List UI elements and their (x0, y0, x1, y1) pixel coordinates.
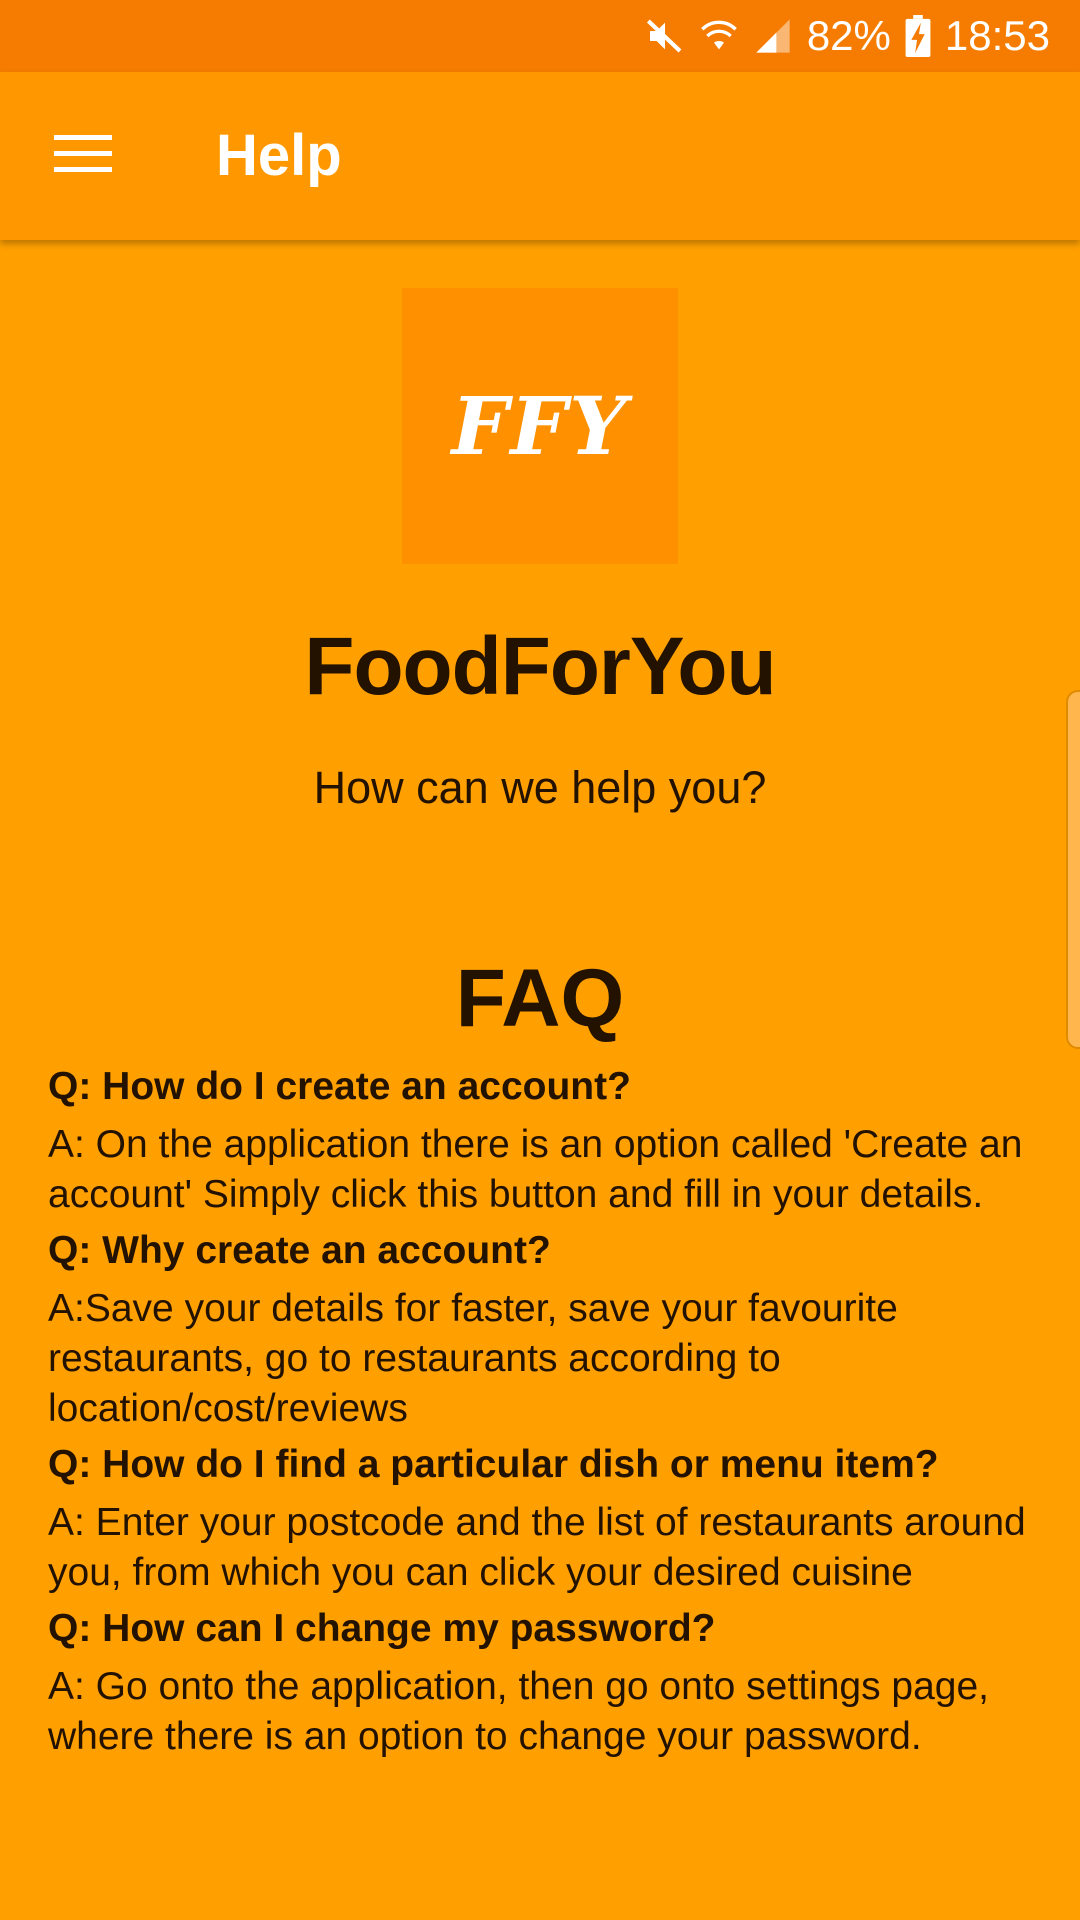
edge-panel-handle[interactable] (1066, 690, 1080, 1049)
faq-item: Q: Why create an account? A:Save your de… (48, 1226, 1038, 1434)
mute-icon (645, 16, 685, 56)
faq-list: Q: How do I create an account? A: On the… (48, 1062, 1038, 1768)
brand-name: FoodForYou (304, 621, 776, 712)
faq-heading: FAQ (455, 953, 625, 1044)
faq-question: Q: Why create an account? (48, 1229, 551, 1272)
faq-answer: A: Go onto the application, then go onto… (48, 1665, 990, 1758)
faq-item: Q: How do I find a particular dish or me… (48, 1440, 1038, 1598)
faq-question: Q: How do I create an account? (48, 1065, 631, 1108)
app-bar: Help (0, 72, 1080, 240)
status-icons: 82% 18:53 (645, 0, 1050, 72)
hamburger-menu-icon (54, 133, 112, 180)
faq-item: Q: How do I create an account? A: On the… (48, 1062, 1038, 1220)
logo-text: FFY (451, 379, 629, 473)
faq-answer: A:Save your details for faster, save you… (48, 1287, 898, 1430)
menu-button[interactable] (38, 114, 128, 198)
page-title: Help (216, 123, 342, 188)
faq-question: Q: How do I find a particular dish or me… (48, 1443, 939, 1486)
faq-item: Q: How can I change my password? A: Go o… (48, 1604, 1038, 1762)
signal-icon (753, 16, 793, 56)
faq-answer: A: On the application there is an option… (48, 1123, 1023, 1216)
battery-percent: 82% (806, 12, 891, 59)
wifi-icon (699, 16, 739, 56)
clock: 18:53 (944, 12, 1050, 59)
help-content[interactable]: FFY FoodForYou How can we help you? FAQ … (0, 240, 1080, 1920)
faq-question: Q: How can I change my password? (48, 1607, 716, 1650)
help-subtitle: How can we help you? (313, 762, 767, 813)
battery-charging-icon (905, 15, 931, 57)
status-bar: 82% 18:53 (0, 0, 1080, 72)
app-logo: FFY (402, 288, 678, 564)
faq-answer: A: Enter your postcode and the list of r… (48, 1501, 1026, 1594)
